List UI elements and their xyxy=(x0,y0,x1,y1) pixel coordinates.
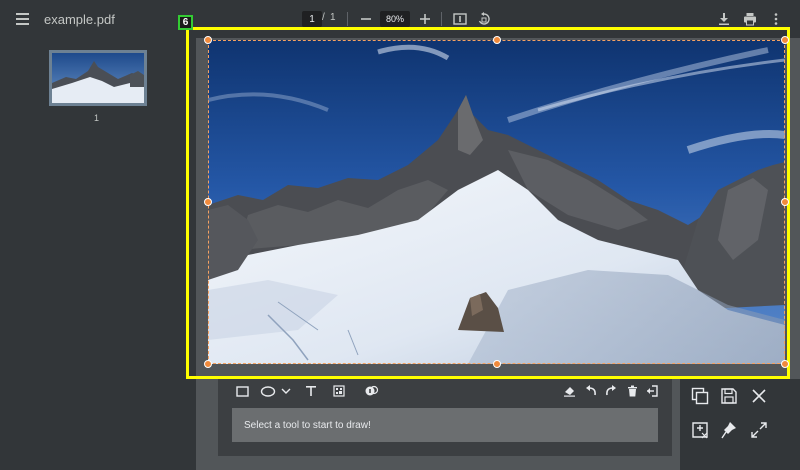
toolbar-divider xyxy=(441,12,442,26)
exit-drawing-icon[interactable] xyxy=(645,384,659,398)
resize-handle-bottom-right[interactable] xyxy=(781,360,789,368)
trash-icon[interactable] xyxy=(625,384,639,398)
expand-icon[interactable] xyxy=(749,420,769,440)
page-total: 1 xyxy=(330,12,336,23)
text-icon[interactable] xyxy=(304,384,318,398)
resize-handle-top-left[interactable] xyxy=(204,36,212,44)
ellipse-icon[interactable] xyxy=(260,384,276,398)
eraser-icon[interactable] xyxy=(562,384,576,398)
save-icon[interactable] xyxy=(719,386,739,406)
chevron-down-icon[interactable] xyxy=(280,385,292,397)
element-marker-badge: 6 xyxy=(178,15,193,30)
zoom-in-icon[interactable] xyxy=(417,11,433,27)
drawing-hint: Select a tool to start to draw! xyxy=(232,408,658,442)
resize-handle-left[interactable] xyxy=(204,198,212,206)
page-thumbnail[interactable] xyxy=(49,50,147,106)
print-icon[interactable] xyxy=(742,11,758,27)
pin-icon[interactable] xyxy=(719,420,739,440)
rotate-icon[interactable] xyxy=(476,11,492,27)
close-icon[interactable] xyxy=(749,386,769,406)
zoom-out-icon[interactable] xyxy=(358,11,374,27)
download-icon[interactable] xyxy=(716,11,732,27)
page-number-input[interactable]: 1 xyxy=(302,11,322,27)
image-bounding-box[interactable] xyxy=(208,40,785,364)
thumbnail-sidebar: 1 xyxy=(0,38,196,470)
more-options-icon[interactable] xyxy=(768,11,784,27)
redo-icon[interactable] xyxy=(604,384,618,398)
resize-handle-bottom-left[interactable] xyxy=(204,360,212,368)
document-title: example.pdf xyxy=(44,12,115,27)
undo-icon[interactable] xyxy=(584,384,598,398)
rectangle-icon[interactable] xyxy=(235,384,249,398)
stamp-icon[interactable] xyxy=(364,384,380,398)
zoom-input[interactable]: 80% xyxy=(380,11,410,27)
resize-handle-top-right[interactable] xyxy=(781,36,789,44)
fit-page-icon[interactable] xyxy=(452,11,468,27)
thumbnail-page-number: 1 xyxy=(94,113,100,123)
qr-icon[interactable] xyxy=(332,384,346,398)
page-separator: / xyxy=(322,12,325,23)
add-note-icon[interactable] xyxy=(690,420,710,440)
menu-icon[interactable] xyxy=(14,11,30,27)
resize-handle-right[interactable] xyxy=(781,198,789,206)
resize-handle-bottom[interactable] xyxy=(493,360,501,368)
toolbar-divider xyxy=(347,12,348,26)
resize-handle-top[interactable] xyxy=(493,36,501,44)
copy-icon[interactable] xyxy=(690,386,710,406)
